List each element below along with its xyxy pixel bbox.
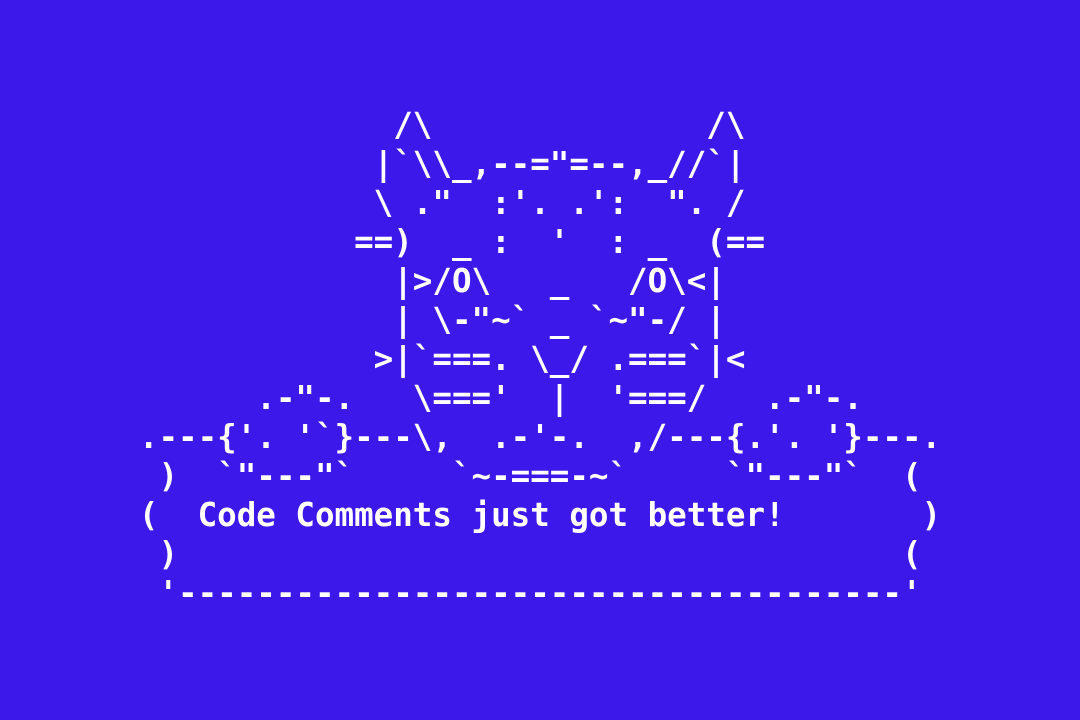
ascii-line-7: >|`===. \_/ .===`|< (138, 340, 746, 378)
ascii-art-container: /\ /\ |`\\_,--="=--,_//`| \ ." :'. .': "… (0, 106, 1080, 613)
ascii-line-message: ( Code Comments just got better! ) (138, 496, 942, 534)
ascii-line-4: ==) _ : ' : _ (== (138, 223, 766, 261)
ascii-line-13: '-------------------------------------' (138, 574, 922, 612)
ascii-line-6: | \-"~` _ `~"-/ | (138, 301, 726, 339)
ascii-line-9: .---{'. '`}---\, .-'-. ,/---{.'. '}---. (138, 418, 942, 456)
ascii-line-10: ) `"---"` `~-===-~` `"---"` ( (138, 457, 922, 495)
ascii-line-8: .-"-. \===' | '===/ .-"-. (138, 379, 863, 417)
ascii-line-1: /\ /\ (138, 106, 746, 144)
ascii-line-3: \ ." :'. .': ". / (138, 184, 746, 222)
ascii-line-12: ) ( (138, 535, 922, 573)
ascii-line-2: |`\\_,--="=--,_//`| (138, 145, 746, 183)
ascii-line-5: |>/O\ _ /O\<| (138, 262, 726, 300)
ascii-cat-art: /\ /\ |`\\_,--="=--,_//`| \ ." :'. .': "… (139, 106, 941, 613)
